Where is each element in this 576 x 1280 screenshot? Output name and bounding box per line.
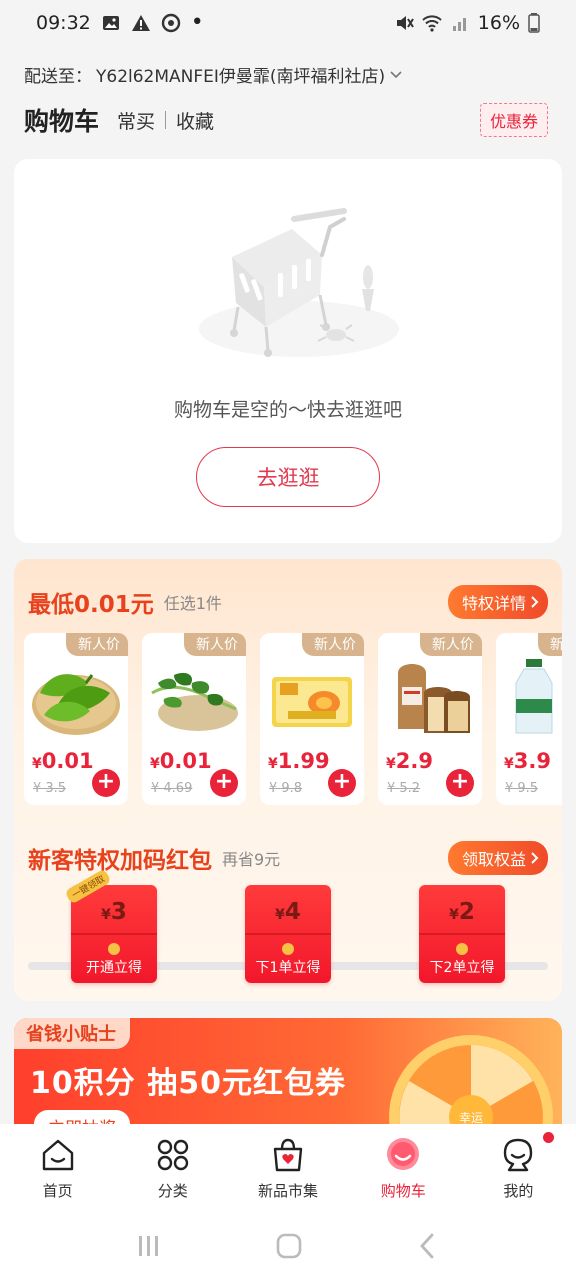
address-prefix: 配送至： bbox=[24, 67, 92, 87]
add-to-cart-button[interactable]: + bbox=[92, 769, 120, 797]
coupon-button[interactable]: 优惠券 bbox=[479, 103, 548, 137]
mute-icon bbox=[396, 16, 414, 30]
promo-title: 最低0.01元 bbox=[28, 592, 154, 618]
product-price: ¥1.99 bbox=[268, 749, 330, 773]
newcomer-promo-card: 最低0.01元 任选1件 特权详情 新人价 ¥0.01 ¥ 3.5 + 新人价 bbox=[14, 559, 562, 1001]
tab-label: 购物车 bbox=[380, 1182, 426, 1200]
tab-frequent[interactable]: 常买 bbox=[117, 107, 155, 134]
red-packet-header: 新客特权加码红包 再省9元 领取权益 bbox=[28, 841, 548, 875]
sync-icon bbox=[161, 13, 180, 33]
cart-icon bbox=[387, 1138, 420, 1170]
envelope-label: 下1单立得 bbox=[255, 960, 321, 976]
product-price: ¥0.01 bbox=[32, 749, 94, 773]
empty-cart-card: 购物车是空的～快去逛逛吧 去逛逛 bbox=[14, 159, 562, 543]
red-envelope[interactable]: ¥4 下1单立得 bbox=[245, 885, 331, 983]
product-original-price: ¥ 3.5 bbox=[33, 781, 67, 796]
battery-percent: 16% bbox=[477, 12, 520, 34]
tab-new-market[interactable]: 新品市集 bbox=[230, 1124, 345, 1212]
page-header: 购物车 常买 收藏 优惠券 bbox=[24, 100, 548, 140]
category-icon bbox=[157, 1139, 188, 1171]
chevron-right-icon bbox=[531, 852, 539, 864]
chevron-right-icon bbox=[531, 596, 539, 608]
green-pepper-image bbox=[32, 674, 120, 735]
go-shopping-button[interactable]: 去逛逛 bbox=[196, 447, 380, 507]
tab-favorites[interactable]: 收藏 bbox=[176, 107, 214, 134]
home-icon bbox=[42, 1139, 73, 1171]
water-bottle-image bbox=[515, 659, 553, 734]
status-time: 09:32 bbox=[36, 12, 91, 34]
envelope-label: 开通立得 bbox=[86, 960, 142, 976]
home-button-icon[interactable] bbox=[275, 1232, 303, 1260]
tab-divider bbox=[165, 111, 167, 129]
product-card[interactable]: 新人价 ¥2.9 ¥ 5.2 + bbox=[378, 633, 482, 805]
system-nav-bar bbox=[0, 1212, 576, 1280]
product-original-price: ¥ 5.2 bbox=[387, 781, 421, 796]
signal-icon bbox=[452, 18, 466, 31]
status-bar: 09:32 • 16% bbox=[0, 0, 576, 46]
battery-icon bbox=[528, 13, 540, 33]
privilege-details-label: 特权详情 bbox=[461, 594, 526, 613]
claim-benefits-button[interactable]: 领取权益 bbox=[447, 841, 548, 875]
product-list: 新人价 ¥0.01 ¥ 3.5 + 新人价 ¥0.01 ¥ 4.69 + 新人价… bbox=[24, 633, 562, 805]
tab-cart[interactable]: 购物车 bbox=[346, 1124, 461, 1212]
toast-bread-image bbox=[398, 664, 470, 733]
recent-apps-icon[interactable] bbox=[136, 1233, 162, 1259]
water-spinach-image bbox=[151, 672, 238, 731]
back-icon[interactable] bbox=[416, 1232, 440, 1260]
more-notifications-icon: • bbox=[190, 10, 204, 35]
claim-benefits-label: 领取权益 bbox=[461, 850, 526, 869]
bag-icon bbox=[273, 1138, 303, 1172]
banner-title: 10积分 抽50元红包券 bbox=[30, 1066, 346, 1101]
envelope-seal-icon bbox=[456, 943, 468, 955]
wifi-icon bbox=[422, 15, 442, 32]
envelope-amount: ¥4 bbox=[275, 899, 301, 925]
envelope-label: 下2单立得 bbox=[429, 960, 495, 976]
address-value: Y62l62MANFEI伊曼霏(南坪福利社店) bbox=[96, 67, 386, 87]
promo-header: 最低0.01元 任选1件 特权详情 bbox=[28, 585, 548, 619]
add-to-cart-button[interactable]: + bbox=[446, 769, 474, 797]
red-envelope[interactable]: 一键领取 ¥3 开通立得 bbox=[64, 868, 157, 983]
envelope-seal-icon bbox=[282, 943, 294, 955]
red-packet-title: 新客特权加码红包 bbox=[28, 848, 212, 874]
banner-tag: 省钱小贴士 bbox=[14, 1018, 130, 1049]
tab-label: 首页 bbox=[42, 1182, 73, 1200]
product-original-price: ¥ 9.8 bbox=[269, 781, 303, 796]
product-card[interactable]: 新人价 ¥0.01 ¥ 3.5 + bbox=[24, 633, 128, 805]
delivery-address[interactable]: 配送至： Y62l62MANFEI伊曼霏(南坪福利社店) bbox=[24, 62, 403, 87]
chevron-down-icon bbox=[390, 70, 402, 78]
empty-cart-message: 购物车是空的～快去逛逛吧 bbox=[173, 399, 402, 421]
product-price: ¥2.9 bbox=[386, 749, 433, 773]
product-card[interactable]: 新人价 ¥0.01 ¥ 4.69 + bbox=[142, 633, 246, 805]
page-title: 购物车 bbox=[24, 107, 100, 136]
image-notification-icon bbox=[102, 16, 119, 30]
tab-home[interactable]: 首页 bbox=[0, 1124, 115, 1212]
red-packet-subtitle: 再省9元 bbox=[222, 850, 281, 869]
notification-dot bbox=[543, 1132, 555, 1143]
add-to-cart-button[interactable]: + bbox=[328, 769, 356, 797]
egg-tofu-image bbox=[272, 677, 352, 727]
envelope-amount: ¥3 bbox=[101, 899, 127, 925]
warning-icon bbox=[131, 15, 150, 31]
product-card[interactable]: 新人价 ¥1.99 ¥ 9.8 + bbox=[260, 633, 364, 805]
product-card[interactable]: 新人价 ¥3.9 ¥ 9.5 + bbox=[496, 633, 562, 805]
wheel-label: 幸运 bbox=[459, 1111, 483, 1125]
privilege-details-button[interactable]: 特权详情 bbox=[447, 585, 548, 619]
tab-label: 分类 bbox=[157, 1182, 188, 1200]
envelope-amount: ¥2 bbox=[449, 899, 475, 925]
promo-subtitle: 任选1件 bbox=[163, 594, 222, 613]
envelope-seal-icon bbox=[108, 943, 120, 955]
profile-icon bbox=[504, 1138, 533, 1172]
product-price: ¥0.01 bbox=[150, 749, 212, 773]
bottom-tab-bar: 首页 分类 新品市集 购物车 我的 bbox=[0, 1124, 576, 1212]
tab-label: 我的 bbox=[503, 1182, 534, 1200]
product-original-price: ¥ 9.5 bbox=[505, 781, 539, 796]
tab-label: 新品市集 bbox=[258, 1182, 319, 1200]
tab-category[interactable]: 分类 bbox=[115, 1124, 230, 1212]
empty-cart-illustration bbox=[199, 208, 399, 357]
add-to-cart-button[interactable]: + bbox=[210, 769, 238, 797]
product-original-price: ¥ 4.69 bbox=[151, 781, 193, 796]
red-envelope[interactable]: ¥2 下2单立得 bbox=[419, 885, 505, 983]
product-price: ¥3.9 bbox=[504, 749, 551, 773]
tab-profile[interactable]: 我的 bbox=[461, 1124, 576, 1212]
